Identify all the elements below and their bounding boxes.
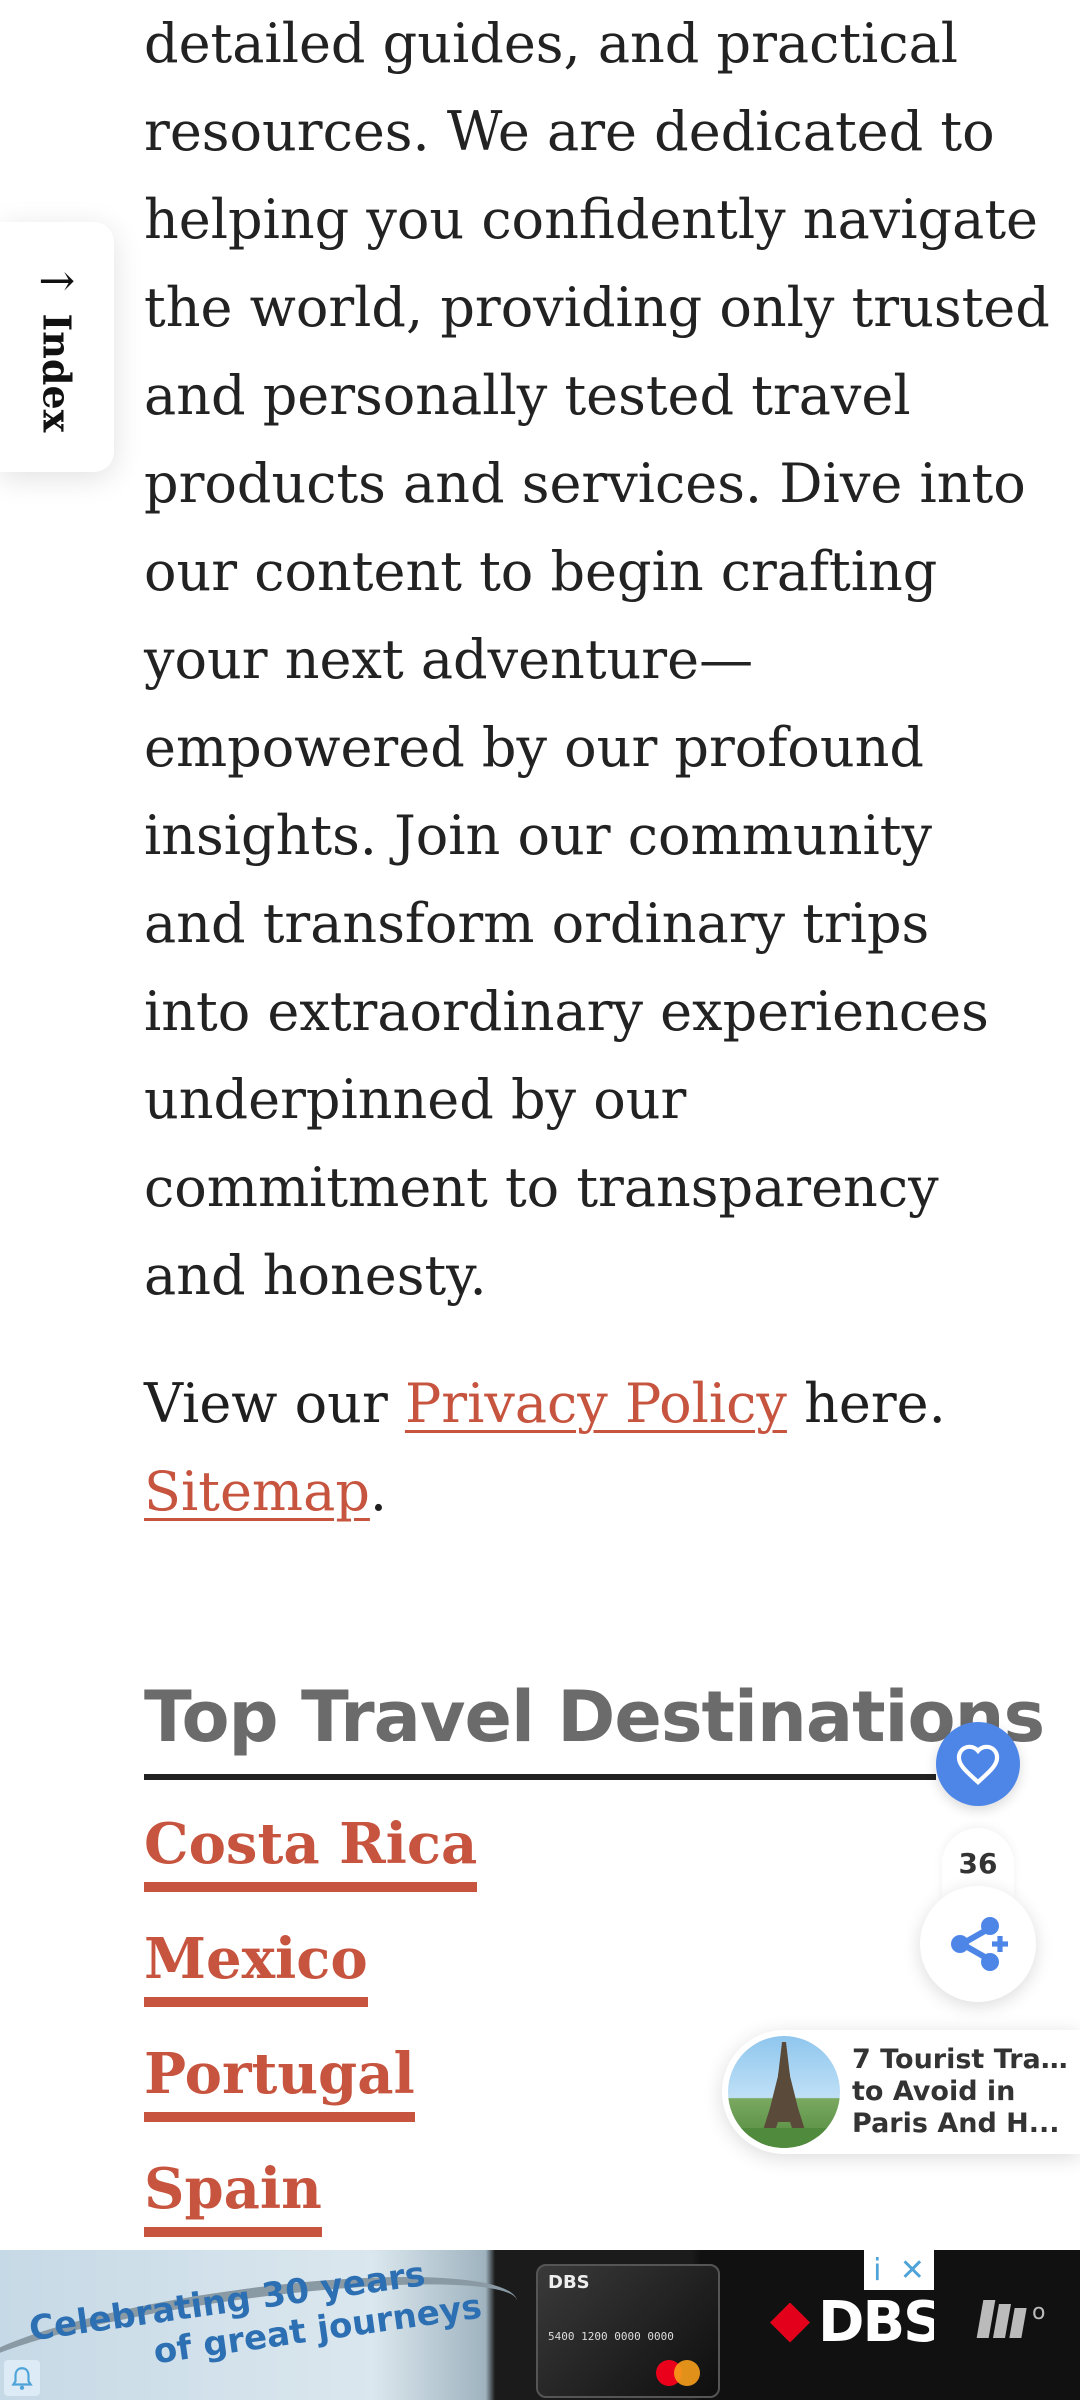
paragraph-line: products and services. Dive into xyxy=(144,452,1026,515)
destination-link-spain[interactable]: Spain xyxy=(144,2155,322,2237)
destinations-heading: Top Travel Destinations xyxy=(144,1672,1045,1780)
destination-link-mexico[interactable]: Mexico xyxy=(144,1925,368,2007)
paragraph-line: and honesty. xyxy=(144,1244,487,1307)
list-item: Mexico xyxy=(144,1925,477,2040)
destination-link-portugal[interactable]: Portugal xyxy=(144,2040,415,2122)
policy-paragraph: View our Privacy Policy here. Sitemap. xyxy=(144,1360,946,1536)
paragraph-line: commitment to transparency xyxy=(144,1156,939,1219)
destinations-list: Costa Rica Mexico Portugal Spain xyxy=(144,1810,478,2270)
ad-brand-logo: DBS xyxy=(770,2290,934,2355)
arrow-up-icon: → xyxy=(38,255,76,307)
index-tab-label: Index xyxy=(34,313,80,432)
paragraph-line: empowered by our profound xyxy=(144,716,924,779)
mastercard-logo-icon xyxy=(656,2360,700,2386)
article-title-line: to Avoid in xyxy=(852,2076,1016,2107)
ad-banner[interactable]: Celebrating 30 years of great journeys D… xyxy=(0,2250,934,2400)
article-title: 7 Tourist Traps to Avoid in Paris And H.… xyxy=(852,2044,1074,2140)
paragraph-line: helping you confidently navigate xyxy=(144,188,1038,251)
paragraph-line: your next adventure— xyxy=(144,628,754,691)
ad-info-icon[interactable]: i xyxy=(873,2253,881,2288)
ad-choices: i ✕ xyxy=(864,2250,934,2290)
ad-brand-name: DBS xyxy=(818,2290,934,2355)
paragraph-line: our content to begin crafting xyxy=(144,540,938,603)
paragraph-line: detailed guides, and practical xyxy=(144,12,959,75)
paragraph-line: into extraordinary experiences xyxy=(144,980,989,1043)
paragraph-line: underpinned by our xyxy=(144,1068,687,1131)
recommended-article-card[interactable]: 7 Tourist Traps to Avoid in Paris And H.… xyxy=(722,2030,1080,2154)
ad-close-icon[interactable]: ✕ xyxy=(900,2253,925,2288)
share-icon xyxy=(951,1917,1008,1971)
article-title-line: Paris And H... xyxy=(852,2108,1060,2139)
share-button[interactable] xyxy=(920,1886,1036,2002)
about-paragraph: detailed guides, and practical resources… xyxy=(144,0,1050,1320)
share-widget: 36 xyxy=(920,1820,1036,2002)
list-item: Portugal xyxy=(144,2040,477,2155)
heart-icon xyxy=(956,1744,1000,1785)
index-tab-button[interactable]: → Index xyxy=(0,222,114,472)
ad-credit-card-image: DBS 5400 1200 0000 0000 xyxy=(536,2264,720,2398)
main-content: detailed guides, and practical resources… xyxy=(144,0,1050,1523)
paragraph-line: resources. We are dedicated to xyxy=(144,100,995,163)
ad-banner-bar: Celebrating 30 years of great journeys D… xyxy=(0,2250,1080,2400)
list-item: Costa Rica xyxy=(144,1810,478,1925)
paragraph-line: the world, providing only trusted xyxy=(144,276,1050,339)
eiffel-tower-icon xyxy=(728,2042,840,2148)
sitemap-link[interactable]: Sitemap xyxy=(144,1460,370,1523)
bell-icon xyxy=(11,2367,33,2390)
ad-card-number: 5400 1200 0000 0000 xyxy=(548,2330,674,2343)
policy-prefix: View our xyxy=(144,1372,405,1435)
article-thumbnail xyxy=(728,2036,840,2148)
paragraph-line: insights. Join our community xyxy=(144,804,932,867)
index-tab-content: → Index xyxy=(32,255,83,432)
dbs-logo-icon xyxy=(770,2302,810,2343)
ad-card-brand: DBS xyxy=(548,2272,590,2293)
ad-notification-icon[interactable] xyxy=(4,2360,40,2396)
policy-suffix: here. xyxy=(786,1372,946,1435)
destination-link-costa-rica[interactable]: Costa Rica xyxy=(144,1810,478,1892)
favorite-button[interactable] xyxy=(936,1722,1020,1806)
ad-network-logo-sup: o xyxy=(1032,2300,1046,2325)
paragraph-line: and personally tested travel xyxy=(144,364,911,427)
article-title-line: 7 Tourist Traps xyxy=(852,2044,1074,2075)
ad-network-logo: o xyxy=(976,2300,1046,2338)
sitemap-suffix: . xyxy=(369,1460,388,1523)
privacy-policy-link[interactable]: Privacy Policy xyxy=(405,1372,787,1435)
paragraph-line: and transform ordinary trips xyxy=(144,892,930,955)
